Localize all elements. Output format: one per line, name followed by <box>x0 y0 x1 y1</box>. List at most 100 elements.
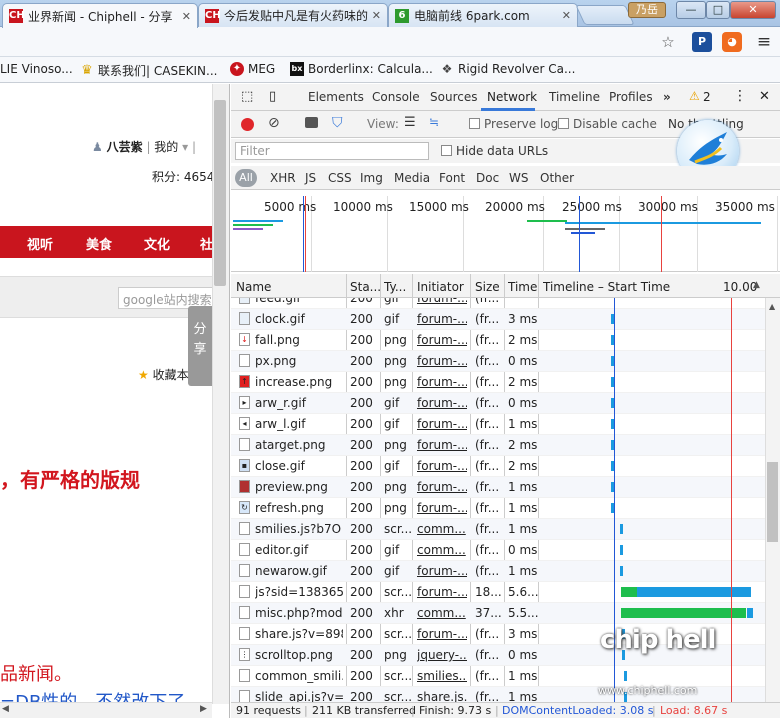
table-row[interactable]: preview.png 200 png forum-... (fr... 1 ms <box>231 477 765 498</box>
close-tab-icon[interactable]: ✕ <box>182 10 191 23</box>
network-overview[interactable]: 5000 ms 10000 ms 15000 ms 20000 ms 25000… <box>231 192 780 272</box>
type-other[interactable]: Other <box>540 171 574 185</box>
type-media[interactable]: Media <box>394 171 430 185</box>
bookmark-item[interactable]: ❖ Rigid Revolver Ca... <box>440 62 576 76</box>
cell-initiator[interactable]: forum-... <box>417 564 467 578</box>
cell-initiator[interactable]: forum-... <box>417 333 467 347</box>
new-tab-button[interactable] <box>575 5 635 25</box>
bookmark-item[interactable]: bx Borderlinx: Calcula... <box>290 62 433 76</box>
type-js[interactable]: JS <box>305 171 316 185</box>
nav-item-culture[interactable]: 文化 <box>144 234 170 253</box>
page-horizontal-scrollbar[interactable]: ◀ ▶ <box>0 702 212 718</box>
nav-item-food[interactable]: 美食 <box>86 234 112 253</box>
hide-data-urls-checkbox[interactable] <box>441 145 452 156</box>
type-doc[interactable]: Doc <box>476 171 499 185</box>
tab-chiphell-news[interactable]: CH 业界新闻 - Chiphell - 分享 ✕ <box>2 3 198 28</box>
cell-initiator[interactable]: forum-... <box>417 354 467 368</box>
table-row[interactable]: atarget.png 200 png forum-... (fr... 2 ms <box>231 435 765 456</box>
overview-toggle-icon[interactable]: ≒ <box>429 115 439 129</box>
cell-initiator[interactable]: forum-... <box>417 438 467 452</box>
sort-ascending-icon[interactable]: ▲ <box>753 280 760 290</box>
table-row[interactable]: misc.php?mod... 200 xhr comm... 37... 5.5... <box>231 603 765 624</box>
disable-cache-checkbox[interactable] <box>558 118 569 129</box>
table-row[interactable]: newarow.gif 200 gif forum-... (fr... 1 ms <box>231 561 765 582</box>
table-row[interactable]: ↻ refresh.png 200 png forum-... (fr... 1 ms <box>231 498 765 519</box>
cell-initiator[interactable]: forum-... <box>417 375 467 389</box>
tab-sources[interactable]: Sources <box>430 90 477 104</box>
close-tab-icon[interactable]: ✕ <box>562 9 571 22</box>
col-name[interactable]: Name <box>236 280 344 294</box>
col-type[interactable]: Ty... <box>384 280 414 294</box>
nav-item-video[interactable]: 视听 <box>27 234 53 253</box>
cell-initiator[interactable]: share.js... <box>417 690 467 702</box>
page-scroll-thumb[interactable] <box>214 100 226 286</box>
menu-icon[interactable]: ≡ <box>754 32 774 52</box>
inspect-element-icon[interactable]: ⬚ <box>241 89 253 104</box>
table-row[interactable]: ↑ increase.png 200 png forum-... (fr... 2 ms <box>231 372 765 393</box>
col-timeline[interactable]: Timeline – Start Time <box>543 280 683 294</box>
my-menu-link[interactable]: 我的 <box>154 140 178 154</box>
tab-6park[interactable]: 6 电脑前线 6park.com ✕ <box>388 3 578 27</box>
extension-face-icon[interactable]: ◕ <box>722 32 742 52</box>
cell-initiator[interactable]: comm... <box>417 606 467 620</box>
tab-forum-thread[interactable]: CH 今后发贴中凡是有火药味的 ✕ <box>198 3 388 27</box>
type-xhr[interactable]: XHR <box>270 171 296 185</box>
table-row[interactable]: ◂ arw_l.gif 200 gif forum-... (fr... 1 ms <box>231 414 765 435</box>
close-devtools-icon[interactable]: ✕ <box>759 89 770 104</box>
cell-initiator[interactable]: forum-... <box>417 396 467 410</box>
type-all[interactable]: All <box>235 169 257 187</box>
table-row[interactable]: px.png 200 png forum-... (fr... 0 ms <box>231 351 765 372</box>
tab-network[interactable]: Network <box>487 90 537 104</box>
cell-initiator[interactable]: comm... <box>417 543 467 557</box>
table-row[interactable]: js?sid=138365... 200 scr... forum-... 18... 5… <box>231 582 765 603</box>
profile-badge[interactable]: 乃岳 <box>628 2 666 18</box>
record-icon[interactable] <box>241 118 254 131</box>
warning-count[interactable]: 2 <box>703 90 711 104</box>
bookmark-item[interactable]: LIE Vinoso... <box>0 62 73 76</box>
bookmark-item[interactable]: ✦ MEG <box>230 62 275 76</box>
preserve-log-checkbox[interactable] <box>469 118 480 129</box>
table-row[interactable]: clock.gif 200 gif forum-... (fr... 3 ms <box>231 309 765 330</box>
bookmark-item[interactable]: ♛ 联系我们| CASEKIN... <box>80 62 217 79</box>
cell-initiator[interactable]: comm... <box>417 522 467 536</box>
table-row[interactable]: smilies.js?b7O 200 scr... comm... (fr... 1 ms <box>231 519 765 540</box>
maximize-button[interactable]: □ <box>706 1 730 19</box>
type-css[interactable]: CSS <box>328 171 352 185</box>
scroll-left-icon[interactable]: ◀ <box>2 704 9 714</box>
cell-initiator[interactable]: forum-... <box>417 627 467 641</box>
devtools-menu-icon[interactable]: ⋮ <box>733 88 747 104</box>
tab-console[interactable]: Console <box>372 90 420 104</box>
tab-profiles[interactable]: Profiles <box>609 90 653 104</box>
network-list-scroll-thumb[interactable] <box>767 462 778 542</box>
tab-timeline[interactable]: Timeline <box>549 90 600 104</box>
col-status[interactable]: Sta... <box>350 280 380 294</box>
cell-initiator[interactable]: smilies... <box>417 669 467 683</box>
cell-initiator[interactable]: forum-... <box>417 501 467 515</box>
favorite-link[interactable]: ★ 收藏本 <box>138 366 189 383</box>
user-name-link[interactable]: 八芸紫 <box>107 140 143 154</box>
cell-initiator[interactable]: forum-... <box>417 312 467 326</box>
table-row[interactable]: editor.gif 200 gif comm... (fr... 0 ms <box>231 540 765 561</box>
close-tab-icon[interactable]: ✕ <box>372 9 381 22</box>
capture-screenshots-icon[interactable] <box>305 117 318 128</box>
table-row[interactable]: ▸ arw_r.gif 200 gif forum-... (fr... 0 ms <box>231 393 765 414</box>
scroll-up-icon[interactable]: ▲ <box>769 302 775 311</box>
filter-input[interactable]: Filter <box>235 142 429 160</box>
col-size[interactable]: Size <box>475 280 503 294</box>
table-row[interactable]: feed.gif 200 gif forum-... (fr... <box>231 298 765 309</box>
type-img[interactable]: Img <box>360 171 383 185</box>
cell-initiator[interactable]: forum-... <box>417 585 467 599</box>
cell-initiator[interactable]: forum-... <box>417 417 467 431</box>
cell-initiator[interactable]: forum-... <box>417 480 467 494</box>
bookmark-star-icon[interactable]: ☆ <box>658 32 678 52</box>
col-time[interactable]: Time <box>508 280 538 294</box>
minimize-button[interactable]: — <box>676 1 706 19</box>
table-row[interactable]: ▪ close.gif 200 gif forum-... (fr... 2 ms <box>231 456 765 477</box>
table-row[interactable]: ↓ fall.png 200 png forum-... (fr... 2 ms <box>231 330 765 351</box>
share-side-tab[interactable]: 分享 <box>188 306 212 386</box>
close-window-button[interactable]: ✕ <box>730 1 776 19</box>
cell-initiator[interactable]: forum-... <box>417 298 467 305</box>
clear-icon[interactable]: ⊘ <box>268 115 280 131</box>
cell-initiator[interactable]: jquery-... <box>417 648 467 662</box>
large-rows-icon[interactable]: ☰ <box>404 115 416 130</box>
